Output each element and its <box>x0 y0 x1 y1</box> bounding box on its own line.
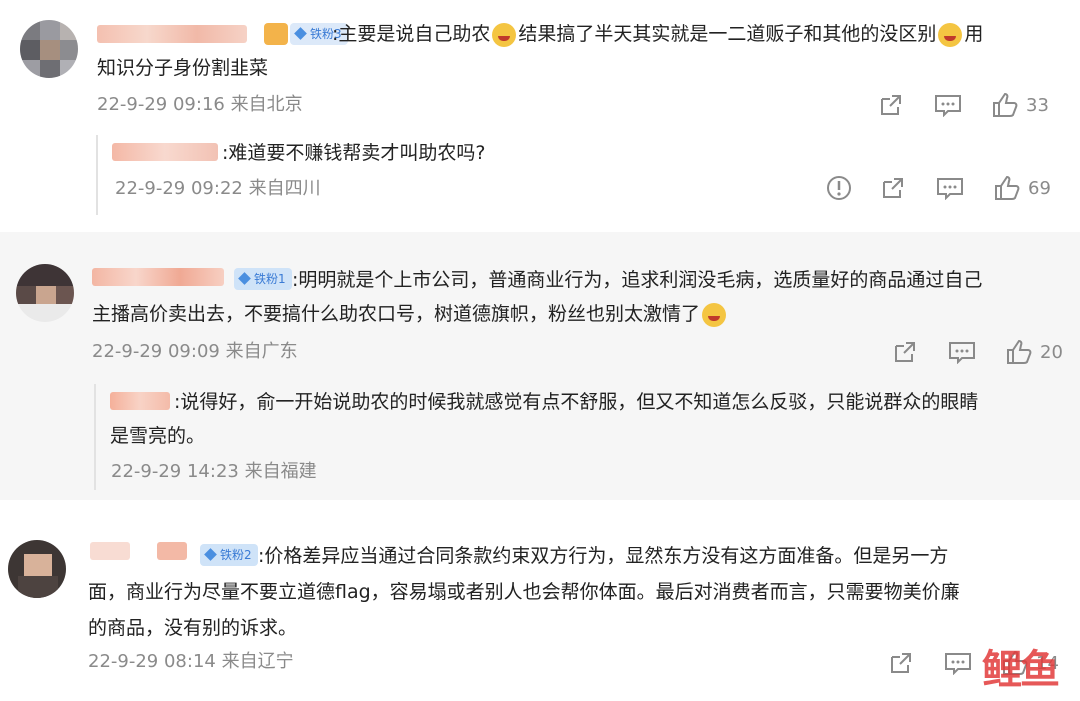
share-button[interactable] <box>888 651 914 675</box>
like-button[interactable]: 33 <box>992 92 1049 118</box>
avatar[interactable] <box>20 20 78 78</box>
comment-button[interactable] <box>934 93 962 117</box>
comment-2: 铁粉1 :明明就是个上市公司，普通商业行为，追求利润没毛病，选质量好的商品通过自… <box>0 232 1080 500</box>
comment-3: 铁粉2 :价格差异应当通过合同条款约束双方行为，显然东方没有这方面准备。但是另一… <box>0 500 1080 701</box>
diamond-icon <box>294 27 307 40</box>
reply-thread: :说得好，俞一开始说助农的时候我就感觉有点不舒服，但又不知道怎么反驳，只能说群众… <box>94 384 1066 490</box>
report-icon <box>827 176 851 200</box>
reply-time: 22-9-29 14:23 来自福建 <box>111 461 317 482</box>
reply-time: 22-9-29 09:22 来自四川 <box>115 178 321 199</box>
fan-badge[interactable]: 铁粉1 <box>234 268 292 290</box>
comment-icon <box>945 653 971 675</box>
comment-1: 铁粉3 :主要是说自己助农 结果搞了半天其实就是一二道贩子和其他的没区别用 知识分… <box>0 0 1080 232</box>
thumbs-up-icon <box>1007 339 1032 364</box>
comment-button[interactable] <box>936 176 964 200</box>
share-icon <box>883 178 903 198</box>
comment-icon <box>937 178 963 200</box>
share-button[interactable] <box>892 340 918 364</box>
thumbs-up-icon <box>995 175 1020 200</box>
comment-time: 22-9-29 08:14 来自辽宁 <box>88 651 294 672</box>
fan-badge[interactable]: 铁粉2 <box>200 544 258 566</box>
share-icon <box>881 95 901 115</box>
comment-icon <box>949 342 975 364</box>
comment-text-line2: 主播高价卖出去，不要搞什么助农口号，树道德旗帜，粉丝也别太激情了 <box>92 296 728 332</box>
share-button[interactable] <box>878 93 904 117</box>
thumbs-up-icon <box>993 92 1018 117</box>
comment-text-line2: 面，商业行为尽量不要立道德flag，容易塌或者别人也会帮你体面。最后对消费者而言… <box>88 581 960 603</box>
crying-laughing-emoji <box>492 22 517 47</box>
crying-laughing-emoji <box>938 22 963 47</box>
comment-text-line2: 知识分子身份割韭菜 <box>97 57 269 79</box>
comment-button[interactable] <box>944 651 972 675</box>
watermark-logo: 鲤鱼 <box>982 647 1060 693</box>
share-icon <box>891 653 911 673</box>
yummy-emoji <box>702 302 727 327</box>
username-blurred[interactable] <box>92 264 232 290</box>
comment-text-line3: 的商品，没有别的诉求。 <box>88 617 298 639</box>
reply-thread: :难道要不赚钱帮卖才叫助农吗? 22-9-29 09:22 来自四川 69 <box>96 135 1058 215</box>
like-button[interactable]: 20 <box>1006 339 1063 365</box>
diamond-icon <box>238 272 251 285</box>
diamond-icon <box>204 548 217 561</box>
share-button[interactable] <box>880 176 906 200</box>
comment-actions: 20 <box>892 339 1063 365</box>
crown-icon <box>264 23 288 45</box>
reply-text: :说得好，俞一开始说助农的时候我就感觉有点不舒服，但又不知道怎么反驳，只能说群众… <box>174 391 979 413</box>
reply-text: :难道要不赚钱帮卖才叫助农吗? <box>222 142 486 164</box>
comment-time: 22-9-29 09:16 来自北京 <box>97 94 303 115</box>
username-blurred[interactable] <box>90 538 190 564</box>
comment-text: :明明就是个上市公司，普通商业行为，追求利润没毛病，选质量好的商品通过自己 <box>292 269 983 291</box>
reply-username-blurred[interactable] <box>110 388 174 414</box>
comment-time: 22-9-29 09:09 来自广东 <box>92 341 298 362</box>
comments-page: 铁粉3 :主要是说自己助农 结果搞了半天其实就是一二道贩子和其他的没区别用 知识分… <box>0 0 1080 701</box>
like-button[interactable]: 69 <box>994 175 1051 201</box>
comment-text: :主要是说自己助农 结果搞了半天其实就是一二道贩子和其他的没区别用 <box>332 22 984 47</box>
reply-actions: 69 <box>826 175 1051 201</box>
reply-text-line2: 是雪亮的。 <box>110 425 206 447</box>
comment-button[interactable] <box>948 340 976 364</box>
comment-icon <box>935 95 961 117</box>
comment-actions: 33 <box>878 92 1049 118</box>
username-blurred[interactable] <box>97 21 257 47</box>
avatar[interactable] <box>16 264 74 322</box>
comment-text: :价格差异应当通过合同条款约束双方行为，显然东方没有这方面准备。但是另一方 <box>258 545 949 567</box>
reply-username-blurred[interactable] <box>112 139 222 165</box>
share-icon <box>895 342 915 362</box>
report-button[interactable] <box>826 175 852 201</box>
avatar[interactable] <box>8 540 66 598</box>
